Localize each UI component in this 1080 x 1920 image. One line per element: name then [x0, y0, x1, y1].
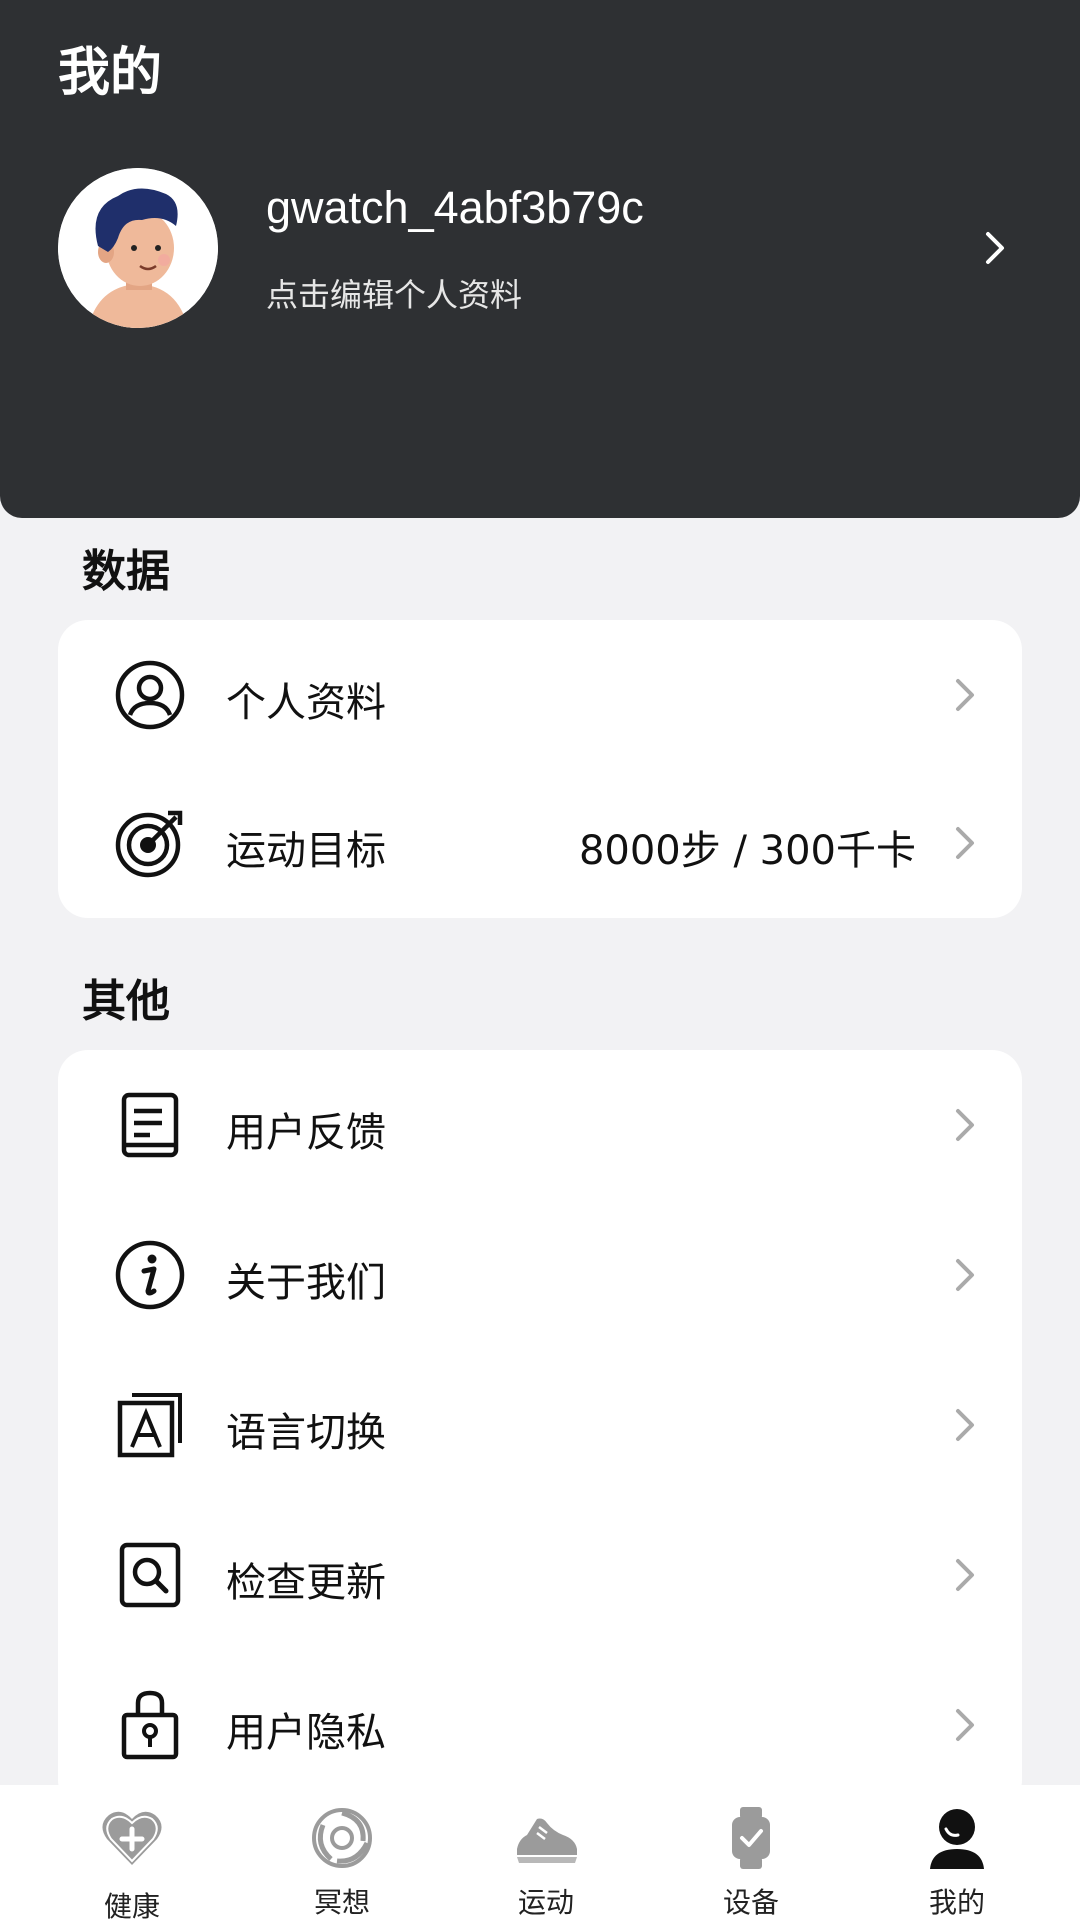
- section-title-other: 其他: [82, 976, 170, 1027]
- menu-item-label: 关于我们: [226, 1260, 386, 1306]
- chevron-right-icon: [956, 1109, 974, 1141]
- bottom-tab-bar: 健康 冥想 运动 设备 我的: [0, 1785, 1080, 1920]
- running-shoe-icon: [517, 1818, 577, 1863]
- target-icon: [115, 810, 183, 878]
- menu-item-feedback[interactable]: 用户反馈: [58, 1050, 1022, 1200]
- tab-label: 我的: [928, 1886, 985, 1919]
- other-card: 用户反馈 关于我们 语言切换 检查更新 用户隐私: [58, 1050, 1022, 1810]
- chevron-right-icon: [956, 1559, 974, 1591]
- menu-item-language[interactable]: 语言切换: [58, 1350, 1022, 1500]
- tab-device[interactable]: 设备: [643, 1785, 859, 1920]
- lock-icon: [121, 1690, 179, 1760]
- tab-mine[interactable]: 我的: [849, 1785, 1065, 1920]
- menu-item-profile[interactable]: 个人资料: [58, 620, 1022, 770]
- tab-sport[interactable]: 运动: [438, 1785, 654, 1920]
- user-circle-icon: [115, 660, 185, 730]
- menu-item-about-us[interactable]: 关于我们: [58, 1200, 1022, 1350]
- exercise-goal-value: 8000步 / 300千卡: [578, 828, 916, 874]
- tab-meditation[interactable]: 冥想: [234, 1785, 450, 1920]
- tab-label: 健康: [103, 1890, 160, 1920]
- username[interactable]: gwatch_4abf3b79c: [266, 182, 644, 234]
- menu-item-label: 用户隐私: [226, 1710, 386, 1756]
- tab-label: 运动: [517, 1886, 574, 1919]
- menu-item-label: 运动目标: [226, 828, 386, 874]
- chevron-right-icon: [956, 1259, 974, 1291]
- chevron-right-icon: [956, 827, 974, 859]
- profile-icon: [930, 1809, 984, 1869]
- menu-item-exercise-goal[interactable]: 运动目标 8000步 / 300千卡: [58, 768, 1022, 918]
- search-update-icon: [119, 1542, 181, 1608]
- tab-label: 设备: [722, 1886, 779, 1919]
- chevron-right-icon[interactable]: [980, 228, 1010, 268]
- language-icon: [117, 1393, 182, 1458]
- feedback-icon: [121, 1092, 179, 1158]
- menu-item-label: 检查更新: [226, 1560, 386, 1606]
- menu-item-check-update[interactable]: 检查更新: [58, 1500, 1022, 1650]
- profile-header: 我的 gwatch_4abf3b79c 点击编辑个人资料: [0, 0, 1080, 518]
- menu-item-label: 个人资料: [226, 680, 386, 726]
- data-card: 个人资料 运动目标 8000步 / 300千卡: [58, 620, 1022, 918]
- menu-item-privacy[interactable]: 用户隐私: [58, 1650, 1022, 1800]
- avatar[interactable]: [58, 168, 218, 328]
- tab-label: 冥想: [313, 1886, 370, 1919]
- watch-icon: [732, 1807, 770, 1869]
- menu-item-label: 语言切换: [226, 1410, 386, 1456]
- tab-health[interactable]: 健康: [24, 1785, 240, 1920]
- meditation-swirl-icon: [312, 1808, 372, 1868]
- menu-item-label: 用户反馈: [226, 1110, 386, 1156]
- edit-profile-hint[interactable]: 点击编辑个人资料: [266, 270, 522, 316]
- page-title: 我的: [58, 43, 163, 103]
- health-heart-icon: [102, 1811, 162, 1865]
- section-title-data: 数据: [82, 546, 170, 597]
- chevron-right-icon: [956, 1409, 974, 1441]
- chevron-right-icon: [956, 679, 974, 711]
- info-icon: [115, 1240, 185, 1310]
- chevron-right-icon: [956, 1709, 974, 1741]
